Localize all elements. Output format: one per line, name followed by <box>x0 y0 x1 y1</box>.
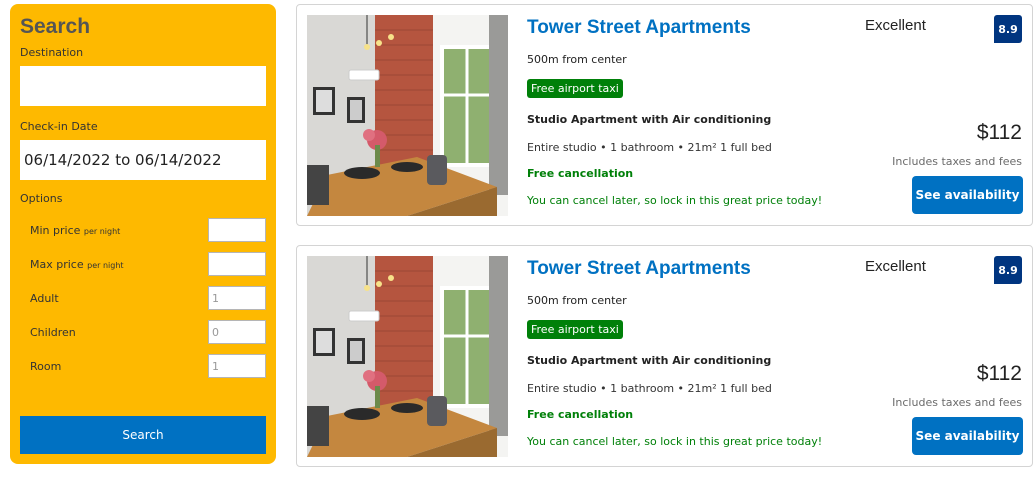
max-price-label: Max price per night <box>30 258 124 271</box>
max-price-input[interactable] <box>208 252 266 276</box>
hotel-image[interactable] <box>307 15 508 216</box>
distance-text: 500m from center <box>527 294 627 307</box>
option-children: Children 0 <box>20 320 266 344</box>
price: $112 <box>976 362 1022 385</box>
room-label: Room <box>30 359 62 373</box>
children-input[interactable]: 0 <box>208 320 266 344</box>
rating-badge: 8.9 <box>994 256 1022 284</box>
see-availability-button[interactable]: See availability <box>912 176 1023 214</box>
max-price-unit: per night <box>87 260 124 270</box>
checkin-label: Check-in Date <box>20 120 98 133</box>
taxi-badge: Free airport taxi <box>527 79 623 98</box>
adult-input[interactable]: 1 <box>208 286 266 310</box>
option-min-price: Min price per night <box>20 218 266 242</box>
min-price-label: Min price per night <box>30 224 120 237</box>
rating-word: Excellent <box>865 258 926 275</box>
room-details: Entire studio • 1 bathroom • 21m² 1 full… <box>527 141 772 154</box>
cancel-subtitle: You can cancel later, so lock in this gr… <box>527 194 823 207</box>
room-type: Studio Apartment with Air conditioning <box>527 354 772 367</box>
search-panel: Search Destination Check-in Date 06/14/2… <box>10 4 276 464</box>
result-card: Tower Street Apartments 500m from center… <box>296 4 1033 226</box>
search-title: Search <box>20 15 91 38</box>
distance-text: 500m from center <box>527 53 627 66</box>
room-input[interactable]: 1 <box>208 354 266 378</box>
hotel-title-link[interactable]: Tower Street Apartments <box>527 17 751 39</box>
option-adult: Adult 1 <box>20 286 266 310</box>
hotel-photo <box>307 15 508 216</box>
adult-label: Adult <box>30 291 59 305</box>
price: $112 <box>976 121 1022 144</box>
rating-word: Excellent <box>865 17 926 34</box>
cancel-title: Free cancellation <box>527 167 634 180</box>
room-type: Studio Apartment with Air conditioning <box>527 113 772 126</box>
option-room: Room 1 <box>20 354 266 378</box>
checkin-date-input[interactable]: 06/14/2022 to 06/14/2022 <box>20 140 266 180</box>
min-price-unit: per night <box>83 226 121 236</box>
hotel-photo <box>307 256 508 457</box>
hotel-title-link[interactable]: Tower Street Apartments <box>527 258 751 280</box>
destination-input[interactable] <box>20 66 266 106</box>
hotel-image[interactable] <box>307 256 508 457</box>
min-price-label-text: Min price <box>30 223 81 237</box>
cancel-title: Free cancellation <box>527 408 634 421</box>
search-button[interactable]: Search <box>20 416 266 454</box>
children-label: Children <box>30 325 76 339</box>
see-availability-button[interactable]: See availability <box>912 417 1023 455</box>
min-price-input[interactable] <box>208 218 266 242</box>
destination-label: Destination <box>20 46 84 59</box>
room-details: Entire studio • 1 bathroom • 21m² 1 full… <box>527 382 772 395</box>
taxes-note: Includes taxes and fees <box>892 396 1022 409</box>
taxes-note: Includes taxes and fees <box>892 155 1022 168</box>
result-card: Tower Street Apartments 500m from center… <box>296 245 1033 467</box>
options-label: Options <box>20 192 63 205</box>
cancel-subtitle: You can cancel later, so lock in this gr… <box>527 435 823 448</box>
rating-badge: 8.9 <box>994 15 1022 43</box>
option-max-price: Max price per night <box>20 252 266 276</box>
max-price-label-text: Max price <box>30 257 84 271</box>
taxi-badge: Free airport taxi <box>527 320 623 339</box>
